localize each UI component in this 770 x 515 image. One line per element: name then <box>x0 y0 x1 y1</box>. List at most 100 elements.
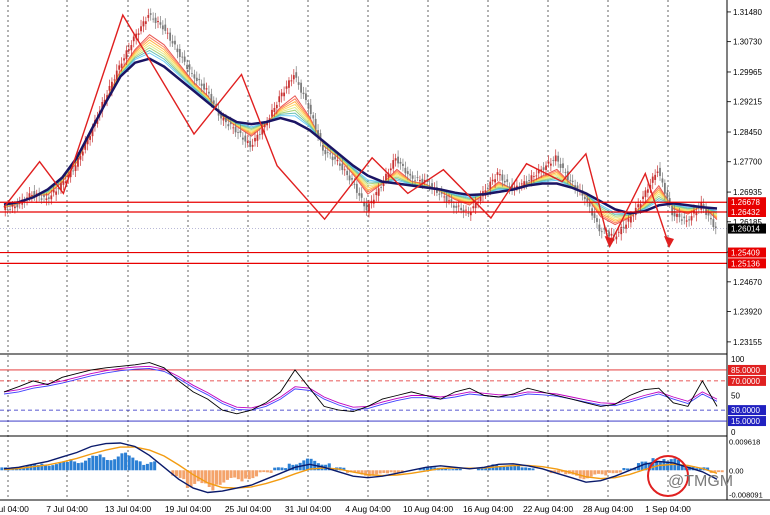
macd-histogram-bar <box>604 470 608 476</box>
candle-body <box>324 149 327 155</box>
candle-body <box>596 218 598 222</box>
macd-histogram-bar <box>65 461 69 471</box>
time-label: 1 Jul 04:00 <box>0 504 29 514</box>
candle-body <box>278 96 281 103</box>
candle-body <box>467 213 470 214</box>
candle-body <box>368 203 370 212</box>
candle-body <box>181 56 184 58</box>
macd-histogram-bar <box>600 470 604 475</box>
candle-body <box>212 100 215 104</box>
macd-histogram-bar <box>284 468 288 471</box>
candle-body <box>72 170 75 172</box>
candle-body <box>312 115 315 119</box>
macd-histogram-bar <box>236 470 240 480</box>
candle-body <box>205 88 208 90</box>
candle-body <box>237 132 239 133</box>
candle-body <box>406 171 409 175</box>
candle-body <box>506 179 509 182</box>
candle-body <box>292 75 295 80</box>
candle-body <box>569 179 572 181</box>
candle-body <box>642 196 644 200</box>
candle-body <box>183 56 186 62</box>
candle-body <box>409 173 412 176</box>
candle-body <box>479 196 482 201</box>
rsi-level-text: 70.0000 <box>731 377 760 386</box>
candle-body <box>549 163 552 166</box>
candle-body <box>600 231 603 233</box>
candle-body <box>275 104 278 109</box>
macd-histogram-bar <box>149 462 153 471</box>
rsi-tick-label: 0 <box>731 428 736 437</box>
candle-body <box>142 21 145 27</box>
macd-histogram-bar <box>393 470 397 473</box>
candle-body <box>28 193 31 198</box>
candle-body <box>547 161 550 164</box>
macd-histogram-bar <box>87 457 91 471</box>
price-tick-label: 1.29965 <box>733 68 762 77</box>
macd-histogram-bar <box>174 470 179 477</box>
candle-body <box>81 151 84 156</box>
macd-histogram-bar <box>378 470 382 474</box>
candle-body <box>457 205 460 207</box>
macd-histogram-bar <box>51 465 55 471</box>
candle-body <box>661 178 664 183</box>
macd-histogram-bar <box>556 470 560 473</box>
macd-histogram-bar <box>502 466 506 471</box>
macd-histogram-bar <box>211 470 215 491</box>
candle-body <box>414 180 416 182</box>
macd-histogram-bar <box>720 470 724 473</box>
candle-body <box>195 77 198 82</box>
candle-body <box>448 200 450 202</box>
candle-body <box>302 92 305 95</box>
candle-body <box>246 140 249 143</box>
macd-histogram-bar <box>80 462 84 471</box>
macd-histogram-bar <box>607 470 611 473</box>
candle-body <box>130 45 133 51</box>
candle-body <box>443 196 446 198</box>
time-label: 7 Jul 04:00 <box>46 504 88 514</box>
macd-histogram-bar <box>145 463 149 471</box>
candle-body <box>610 233 613 236</box>
candle-body <box>225 117 227 123</box>
candle-body <box>651 176 654 183</box>
candle-body <box>290 80 293 82</box>
candle-body <box>6 208 9 210</box>
macd-histogram-bar <box>382 470 386 473</box>
candle-body <box>465 209 467 211</box>
macd-histogram-bar <box>91 455 95 471</box>
macd-histogram-bar <box>233 470 237 478</box>
price-label-text: 1.25136 <box>731 259 760 268</box>
candle-body <box>161 25 164 30</box>
trading-chart: 1.31480 1.30730 1.29965 1.29215 1.28450 1.277… <box>0 0 770 515</box>
candle-body <box>666 192 669 199</box>
rsi-level-text: 30.0000 <box>731 406 760 415</box>
candle-body <box>617 231 620 233</box>
candle-body <box>285 86 288 89</box>
candle-body <box>283 92 286 97</box>
candle-body <box>562 163 564 168</box>
rsi-level-text: 85.0000 <box>731 366 760 375</box>
candle-body <box>74 165 77 171</box>
macd-histogram-bar <box>375 470 379 475</box>
candle-body <box>583 196 586 200</box>
candle-body <box>632 215 635 217</box>
candle-body <box>186 64 189 69</box>
macd-histogram-bar <box>527 467 531 471</box>
candle-body <box>229 122 232 125</box>
candle-body <box>452 205 455 208</box>
macd-histogram-bar <box>251 470 255 479</box>
macd-histogram-bar <box>622 468 626 471</box>
candle-body <box>9 209 11 210</box>
candle-body <box>445 195 448 202</box>
macd-histogram-bar <box>244 470 248 479</box>
macd-tick-label: 0.009618 <box>729 438 760 447</box>
candle-body <box>343 169 346 171</box>
candle-body <box>535 175 538 177</box>
candle-body <box>288 80 290 88</box>
macd-histogram-bar <box>178 470 182 478</box>
candle-body <box>659 167 661 177</box>
candle-body <box>11 204 14 207</box>
candle-body <box>348 175 351 181</box>
candle-body <box>62 181 65 185</box>
candle-body <box>113 79 116 81</box>
